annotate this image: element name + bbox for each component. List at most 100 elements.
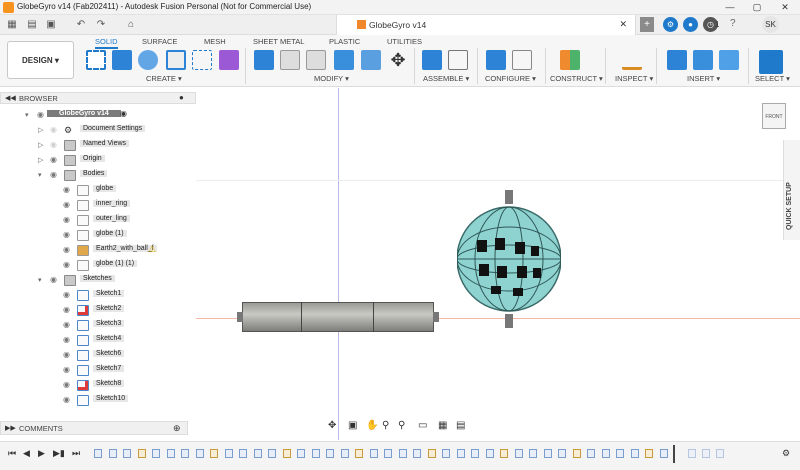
tab-surface[interactable]: SURFACE xyxy=(142,37,177,46)
fit-icon[interactable]: ⚲ xyxy=(398,420,405,431)
table-icon[interactable] xyxy=(512,50,532,70)
timeline-feature[interactable] xyxy=(442,449,450,458)
visibility-eye-icon[interactable]: ◉ xyxy=(50,125,57,134)
timeline-feature[interactable] xyxy=(529,449,537,458)
visibility-eye-icon[interactable]: ◉ xyxy=(50,275,57,284)
timeline-feature[interactable] xyxy=(297,449,305,458)
tree-sketch-item[interactable]: ◉ Sketch2 xyxy=(0,303,196,318)
create-sketch-icon[interactable] xyxy=(86,50,106,70)
timeline-feature[interactable] xyxy=(195,449,204,458)
undo-icon[interactable]: ↶ xyxy=(74,18,88,31)
tab-solid[interactable]: SOLID xyxy=(95,37,118,49)
combine-icon[interactable] xyxy=(334,50,354,70)
workspace-switcher[interactable]: DESIGN ▾ xyxy=(7,41,74,79)
timeline-feature[interactable] xyxy=(413,449,421,458)
view-cube[interactable]: FRONT xyxy=(762,103,786,129)
globe-body[interactable] xyxy=(457,190,561,328)
timeline-settings-icon[interactable]: ⚙ xyxy=(782,448,790,459)
new-tab-button[interactable]: + xyxy=(640,17,654,32)
warning-icon[interactable]: ⚠ xyxy=(148,244,156,255)
insert-mcmaster-icon[interactable] xyxy=(693,50,713,70)
modify-menu[interactable]: MODIFY ▾ xyxy=(314,74,349,83)
tab-plastic[interactable]: PLASTIC xyxy=(329,37,360,46)
tree-body-item[interactable]: ◉ outer_ling xyxy=(0,213,196,228)
tree-root-component[interactable]: ▾ ◉ GlobeGyro v14 ◉ xyxy=(0,108,196,123)
create-menu[interactable]: CREATE ▾ xyxy=(146,74,182,83)
timeline-feature[interactable] xyxy=(369,449,378,458)
timeline-feature[interactable] xyxy=(645,449,653,458)
timeline-feature[interactable] xyxy=(572,449,581,458)
tab-utilities[interactable]: UTILITIES xyxy=(387,37,422,46)
select-icon[interactable] xyxy=(759,50,783,74)
outer-ring-body[interactable] xyxy=(242,302,434,332)
form-icon[interactable] xyxy=(219,50,239,70)
timeline-marker[interactable] xyxy=(673,445,675,463)
timeline-feature[interactable] xyxy=(543,449,552,458)
collapse-chevron-icon[interactable]: ▷ xyxy=(38,141,43,149)
browser-options-icon[interactable]: ● xyxy=(179,93,184,102)
step-back-icon[interactable]: ◀ xyxy=(23,448,30,459)
insert-menu[interactable]: INSERT ▾ xyxy=(687,74,720,83)
timeline-feature[interactable] xyxy=(152,449,160,458)
new-component-icon[interactable] xyxy=(422,50,442,70)
press-pull-icon[interactable] xyxy=(254,50,274,70)
home-icon[interactable]: ⌂ xyxy=(124,18,138,31)
timeline-feature-suppressed[interactable] xyxy=(702,449,710,458)
visibility-eye-icon[interactable]: ◉ xyxy=(63,200,70,209)
minimize-button[interactable]: — xyxy=(716,0,744,15)
tree-bodies[interactable]: ▾ ◉ Bodies xyxy=(0,168,196,183)
orbit-icon[interactable]: ✥ xyxy=(328,420,336,431)
visibility-eye-icon[interactable]: ◉ xyxy=(63,215,70,224)
tree-sketches[interactable]: ▾ ◉ Sketches xyxy=(0,273,196,288)
step-forward-icon[interactable]: ▶▮ xyxy=(53,448,65,459)
visibility-eye-icon[interactable]: ◉ xyxy=(50,170,57,179)
save-icon[interactable]: ▣ xyxy=(44,18,58,31)
tree-body-item[interactable]: ◉ Earth2_with_ball_f ⚠ xyxy=(0,243,196,258)
visibility-eye-icon[interactable]: ◉ xyxy=(63,380,70,389)
tree-sketch-item[interactable]: ◉ Sketch10 xyxy=(0,393,196,408)
visibility-eye-icon[interactable]: ◉ xyxy=(50,140,57,149)
timeline-feature[interactable] xyxy=(384,449,392,458)
user-avatar[interactable]: SK xyxy=(762,16,779,33)
collapse-chevron-icon[interactable]: ▷ xyxy=(38,156,43,164)
timeline-feature[interactable] xyxy=(558,449,566,458)
timeline-feature[interactable] xyxy=(340,449,349,458)
tree-body-item[interactable]: ◉ globe (1) xyxy=(0,228,196,243)
timeline-feature-suppressed[interactable] xyxy=(688,449,696,458)
comments-bar[interactable]: ▶▶ COMMENTS ⊕ xyxy=(0,421,188,435)
offset-plane-icon[interactable] xyxy=(560,50,580,70)
tree-sketch-item[interactable]: ◉ Sketch7 xyxy=(0,363,196,378)
redo-icon[interactable]: ↷ xyxy=(94,18,108,31)
quick-setup-panel[interactable]: QUICK SETUP xyxy=(783,140,800,240)
timeline-feature[interactable] xyxy=(514,449,523,458)
help-icon[interactable]: ? xyxy=(730,18,736,29)
display-settings-icon[interactable]: ▭ xyxy=(418,420,427,431)
extrude-icon[interactable] xyxy=(112,50,132,70)
visibility-eye-icon[interactable]: ◉ xyxy=(37,110,44,119)
browser-header[interactable]: ◀◀ BROWSER ● xyxy=(0,92,196,104)
timeline-feature[interactable] xyxy=(326,449,334,458)
configure-icon[interactable] xyxy=(486,50,506,70)
visibility-eye-icon[interactable]: ◉ xyxy=(63,290,70,299)
timeline-feature[interactable] xyxy=(311,449,320,458)
timeline-feature[interactable] xyxy=(427,449,436,458)
timeline-feature[interactable] xyxy=(210,449,218,458)
tree-document-settings[interactable]: ▷ ◉ ⚙ Document Settings xyxy=(0,123,196,138)
visibility-eye-icon[interactable]: ◉ xyxy=(63,245,70,254)
timeline-feature[interactable] xyxy=(485,449,494,458)
extensions-icon[interactable]: ⚙ xyxy=(663,17,678,32)
measure-icon[interactable] xyxy=(622,50,642,70)
timeline-feature[interactable] xyxy=(630,449,639,458)
close-window-button[interactable]: ✕ xyxy=(771,0,799,15)
timeline-feature[interactable] xyxy=(282,449,291,458)
pan-icon[interactable]: ✋ xyxy=(366,420,378,431)
file-menu-icon[interactable]: ▤ xyxy=(25,18,39,31)
timeline-feature[interactable] xyxy=(123,449,131,458)
select-menu[interactable]: SELECT ▾ xyxy=(755,74,790,83)
close-tab-icon[interactable]: ✕ xyxy=(619,19,627,30)
timeline-feature[interactable] xyxy=(181,449,189,458)
tree-sketch-item[interactable]: ◉ Sketch4 xyxy=(0,333,196,348)
timeline-feature[interactable] xyxy=(108,449,117,458)
tree-body-item[interactable]: ◉ globe xyxy=(0,183,196,198)
play-icon[interactable]: ▶ xyxy=(38,448,45,459)
